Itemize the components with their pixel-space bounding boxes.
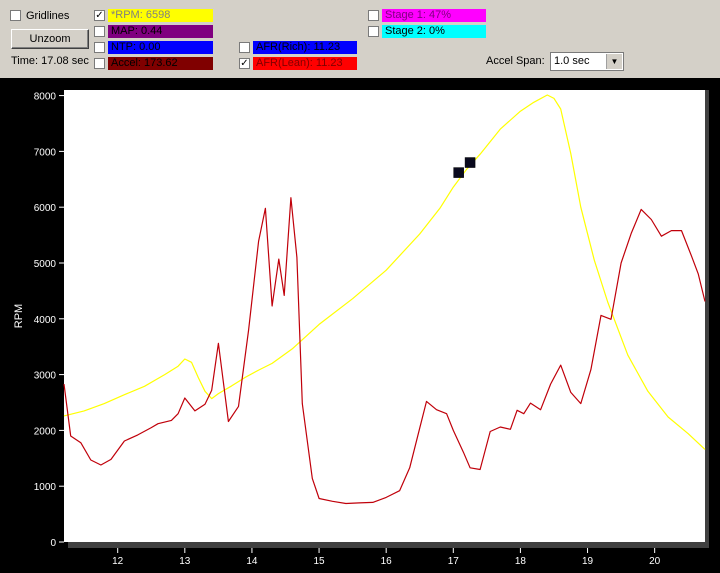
afr-rich-checkbox[interactable]	[239, 42, 250, 53]
chevron-down-icon[interactable]: ▼	[606, 54, 622, 69]
rpm-chart[interactable]: 0 1000 2000 3000 4000 5000 6000 7000 8000 12 13 14 1…	[0, 78, 720, 570]
accel-span-label: Accel Span:	[486, 55, 545, 67]
channel-rpm[interactable]: *RPM: 6598	[108, 9, 213, 22]
y-tick-label: 8000	[34, 92, 57, 103]
chart-area: 0 1000 2000 3000 4000 5000 6000 7000 8000 12 13 14 1…	[0, 78, 720, 570]
unzoom-button[interactable]: Unzoom	[11, 29, 89, 49]
cursor-marker[interactable]	[453, 167, 464, 178]
accel-span-value: 1.0 sec	[554, 55, 590, 67]
channel-map[interactable]: MAP: 0.44	[108, 25, 213, 38]
stage2-checkbox[interactable]	[368, 26, 379, 37]
channel-stage1[interactable]: Stage 1: 47%	[382, 9, 486, 22]
gridlines-checkbox[interactable]	[10, 10, 21, 21]
cursor-marker[interactable]	[464, 157, 476, 168]
x-tick-label: 17	[448, 556, 460, 567]
afr-lean-checkbox[interactable]: ✓	[239, 58, 250, 69]
x-tick-label: 15	[313, 556, 325, 567]
x-tick-label: 14	[246, 556, 258, 567]
stage1-checkbox[interactable]	[368, 10, 379, 21]
y-tick-label: 1000	[34, 482, 57, 493]
y-tick-label: 0	[50, 538, 56, 549]
plot-edge-right	[705, 90, 709, 548]
y-tick-label: 6000	[34, 203, 57, 214]
channel-afr-lean[interactable]: AFR(Lean): 11.23	[253, 57, 357, 70]
y-axis-label: RPM	[13, 304, 25, 328]
channel-ntp[interactable]: NTP: 0.00	[108, 41, 213, 54]
x-tick-label: 18	[515, 556, 527, 567]
x-tick-label: 12	[112, 556, 124, 567]
y-tick-label: 7000	[34, 147, 57, 158]
x-tick-label: 16	[381, 556, 393, 567]
y-tick-label: 3000	[34, 371, 57, 382]
map-checkbox[interactable]	[94, 26, 105, 37]
channel-afr-rich[interactable]: AFR(Rich): 11.23	[253, 41, 357, 54]
plot-frame	[64, 90, 705, 542]
plot-edge-bottom	[68, 542, 709, 548]
channel-stage2[interactable]: Stage 2: 0%	[382, 25, 486, 38]
x-tick-label: 19	[582, 556, 594, 567]
rpm-check-mark: ✓	[95, 10, 104, 21]
x-tick-label: 20	[649, 556, 661, 567]
gridlines-label: Gridlines	[26, 10, 70, 22]
x-tick-label: 13	[179, 556, 191, 567]
accel-checkbox[interactable]	[94, 58, 105, 69]
channel-accel[interactable]: Accel: 173.62	[108, 57, 213, 70]
y-tick-label: 4000	[34, 315, 57, 326]
time-readout: Time: 17.08 sec	[11, 55, 89, 67]
afr-lean-check-mark: ✓	[240, 58, 249, 69]
ntp-checkbox[interactable]	[94, 42, 105, 53]
toolbar: Gridlines Unzoom Time: 17.08 sec ✓ *RPM:…	[0, 0, 720, 78]
y-tick-label: 5000	[34, 259, 57, 270]
y-tick-label: 2000	[34, 426, 57, 437]
accel-span-select[interactable]: 1.0 sec ▼	[550, 52, 624, 71]
rpm-checkbox[interactable]: ✓	[94, 10, 105, 21]
